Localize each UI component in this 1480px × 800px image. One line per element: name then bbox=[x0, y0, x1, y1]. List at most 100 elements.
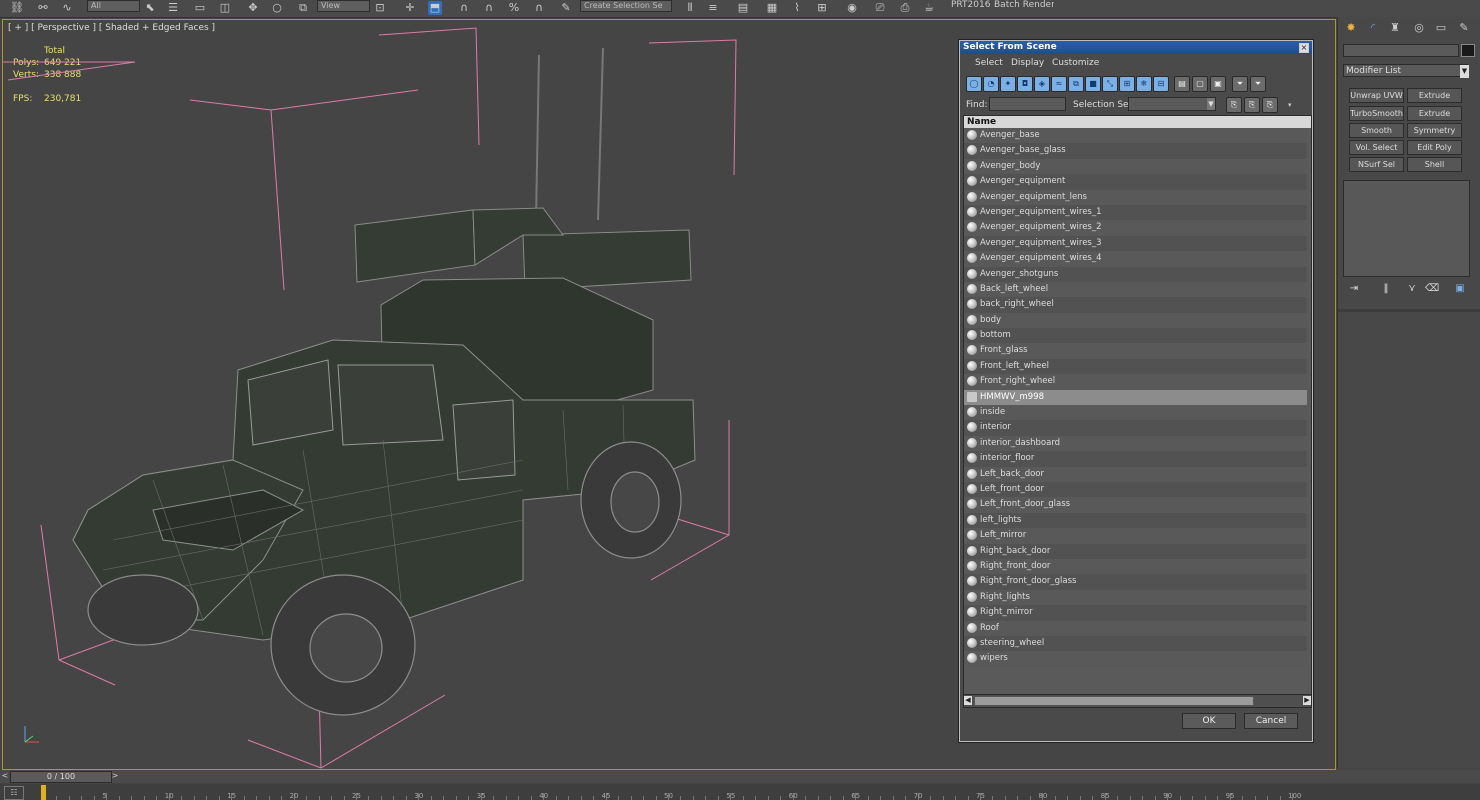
list-item[interactable]: Front_left_wheel bbox=[964, 358, 1307, 375]
batch-render-button[interactable]: Batch Render... bbox=[994, 0, 1054, 12]
list-item[interactable]: inside bbox=[964, 405, 1307, 421]
link-icon[interactable]: ⛓ bbox=[10, 1, 24, 15]
create-tab-icon[interactable]: ✸ bbox=[1344, 21, 1358, 35]
modifier-button-shell[interactable]: Shell bbox=[1407, 157, 1462, 172]
list-item[interactable]: Back_left_wheel bbox=[964, 281, 1307, 298]
modifier-button-unwrap-uvw[interactable]: Unwrap UVW bbox=[1349, 88, 1404, 103]
time-slider[interactable]: 0 / 100 bbox=[10, 771, 112, 783]
render-production-icon[interactable]: ☕ bbox=[922, 1, 936, 15]
display-groups-icon[interactable]: ⧉ bbox=[1068, 76, 1084, 92]
motion-tab-icon[interactable]: ◎ bbox=[1412, 21, 1426, 35]
scene-object-list[interactable]: Name Avenger_base Avenger_base_glass Aveng… bbox=[963, 115, 1312, 695]
menu-select[interactable]: Select bbox=[975, 58, 1003, 68]
column-header-name[interactable]: Name bbox=[964, 116, 1311, 128]
scroll-left-icon[interactable]: ◀ bbox=[964, 696, 972, 705]
display-all-icon[interactable]: ▤ bbox=[1174, 76, 1190, 92]
material-editor-icon[interactable]: ◉ bbox=[845, 1, 859, 15]
toggle-ribbon-icon[interactable]: ▦ bbox=[765, 1, 779, 15]
filter-options-icon[interactable]: ⏷ bbox=[1250, 76, 1266, 92]
list-item[interactable]: steering_wheel bbox=[964, 635, 1307, 652]
display-spacewarps-icon[interactable]: ≈ bbox=[1051, 76, 1067, 92]
modifier-button-edit-poly[interactable]: Edit Poly bbox=[1407, 140, 1462, 155]
menu-customize[interactable]: Customize bbox=[1052, 58, 1099, 68]
modifier-button-smooth[interactable]: Smooth bbox=[1349, 123, 1404, 138]
display-none-icon[interactable]: ▢ bbox=[1192, 76, 1208, 92]
chevron-down-icon[interactable]: ▼ bbox=[1207, 98, 1215, 110]
list-item[interactable]: body bbox=[964, 312, 1307, 329]
select-object-icon[interactable]: ⬉ bbox=[143, 1, 157, 15]
list-item[interactable]: Avenger_base bbox=[964, 128, 1307, 144]
list-item[interactable]: Left_mirror bbox=[964, 528, 1307, 544]
modifier-list-dropdown[interactable]: Modifier List bbox=[1343, 64, 1468, 77]
chevron-down-icon[interactable]: ▼ bbox=[1460, 65, 1469, 78]
prt-label[interactable]: PRT2016 bbox=[951, 0, 990, 12]
list-item[interactable]: Avenger_equipment_wires_4 bbox=[964, 251, 1307, 267]
menu-display[interactable]: Display bbox=[1011, 58, 1044, 68]
spinner-snap-icon[interactable]: ∩ bbox=[532, 1, 546, 15]
display-bones-icon[interactable]: ⤡ bbox=[1102, 76, 1118, 92]
modifier-button-symmetry[interactable]: Symmetry bbox=[1407, 123, 1462, 138]
modifier-button-extrude[interactable]: Extrude bbox=[1407, 88, 1462, 103]
list-item[interactable]: interior_dashboard bbox=[964, 435, 1307, 452]
display-geometry-icon[interactable]: ◯ bbox=[966, 76, 982, 92]
list-item[interactable]: Right_lights bbox=[964, 589, 1307, 606]
mini-curve-editor-icon[interactable]: ☷ bbox=[4, 786, 24, 800]
filter-icon[interactable]: ⏷ bbox=[1232, 76, 1248, 92]
list-item[interactable]: HMMWV_m998 bbox=[964, 389, 1307, 406]
display-xrefs-icon[interactable]: ■ bbox=[1085, 76, 1101, 92]
list-item[interactable]: Roof bbox=[964, 620, 1307, 636]
list-item[interactable]: interior_floor bbox=[964, 451, 1307, 467]
display-tab-icon[interactable]: ▭ bbox=[1434, 21, 1448, 35]
scrollbar-thumb[interactable] bbox=[974, 696, 1254, 706]
rotate-icon[interactable]: ○ bbox=[270, 1, 284, 15]
modifier-button-turbosmooth[interactable]: TurboSmooth bbox=[1349, 106, 1404, 121]
selection-filter-dropdown[interactable]: All bbox=[87, 0, 140, 12]
track-bar-ruler[interactable]: 5 10 15 20 25 30 35 40 45 50 55 60 65 70 75 80 85 90 95 100 bbox=[0, 784, 1480, 800]
utilities-tab-icon[interactable]: ✎ bbox=[1457, 21, 1471, 35]
configure-modifier-sets-icon[interactable]: ▣ bbox=[1453, 282, 1467, 295]
list-item[interactable]: Left_back_door bbox=[964, 466, 1307, 482]
pin-stack-icon[interactable]: ⇥ bbox=[1347, 282, 1361, 295]
list-item[interactable]: Right_mirror bbox=[964, 605, 1307, 621]
move-icon[interactable]: ✥ bbox=[246, 1, 260, 15]
hierarchy-tab-icon[interactable]: ♜ bbox=[1388, 21, 1402, 35]
list-item[interactable]: left_lights bbox=[964, 512, 1307, 529]
selection-set-dropdown[interactable]: ▼ bbox=[1128, 97, 1216, 111]
list-item[interactable]: Left_front_door_glass bbox=[964, 497, 1307, 513]
display-invert-icon[interactable]: ▣ bbox=[1210, 76, 1226, 92]
list-item[interactable]: Avenger_equipment_wires_1 bbox=[964, 204, 1307, 221]
list-item[interactable]: Right_back_door bbox=[964, 543, 1307, 559]
object-name-field[interactable] bbox=[1343, 44, 1459, 57]
select-manipulate-icon[interactable]: ✛ bbox=[403, 1, 417, 15]
toolbar-overflow-icon[interactable]: ▾ bbox=[1288, 101, 1292, 109]
current-frame-marker[interactable] bbox=[41, 785, 46, 800]
create-selection-set-icon[interactable]: ⎘ bbox=[1226, 97, 1242, 113]
modifier-button-extrude-2[interactable]: Extrude bbox=[1407, 106, 1462, 121]
list-item[interactable]: Front_right_wheel bbox=[964, 374, 1307, 390]
list-item[interactable]: back_right_wheel bbox=[964, 297, 1307, 313]
modify-tab-icon[interactable]: ◜ bbox=[1366, 21, 1380, 35]
bind-spacewarp-icon[interactable]: ∿ bbox=[60, 1, 74, 15]
layer-explorer-icon[interactable]: ▤ bbox=[736, 1, 750, 15]
list-item[interactable]: Avenger_equipment bbox=[964, 174, 1307, 190]
reference-coordinate-dropdown[interactable]: View bbox=[317, 0, 370, 12]
named-selection-sets-dropdown[interactable]: Create Selection Se bbox=[580, 0, 672, 12]
unlink-icon[interactable]: ⚯ bbox=[36, 1, 50, 15]
list-item[interactable]: Avenger_base_glass bbox=[964, 143, 1307, 159]
list-item[interactable]: Front_glass bbox=[964, 343, 1307, 359]
display-containers-icon[interactable]: ⊞ bbox=[1119, 76, 1135, 92]
add-to-selection-set-icon[interactable]: ⎘ bbox=[1244, 97, 1260, 113]
next-frame-icon[interactable]: > bbox=[110, 771, 120, 781]
find-input[interactable] bbox=[989, 97, 1066, 111]
list-item[interactable]: bottom bbox=[964, 328, 1307, 344]
curve-editor-icon[interactable]: ⌇ bbox=[790, 1, 804, 15]
remove-from-selection-set-icon[interactable]: ⎘ bbox=[1262, 97, 1278, 113]
modifier-button-nsurf-sel[interactable]: NSurf Sel bbox=[1349, 157, 1404, 172]
list-item[interactable]: Right_front_door_glass bbox=[964, 574, 1307, 590]
list-item[interactable]: wipers bbox=[964, 651, 1307, 667]
percent-snap-icon[interactable]: % bbox=[507, 1, 521, 15]
render-setup-icon[interactable]: ⎚ bbox=[873, 1, 887, 15]
display-hidden-icon[interactable]: ⊟ bbox=[1153, 76, 1169, 92]
rect-selection-icon[interactable]: ▭ bbox=[193, 1, 207, 15]
scale-icon[interactable]: ⧉ bbox=[296, 1, 310, 15]
